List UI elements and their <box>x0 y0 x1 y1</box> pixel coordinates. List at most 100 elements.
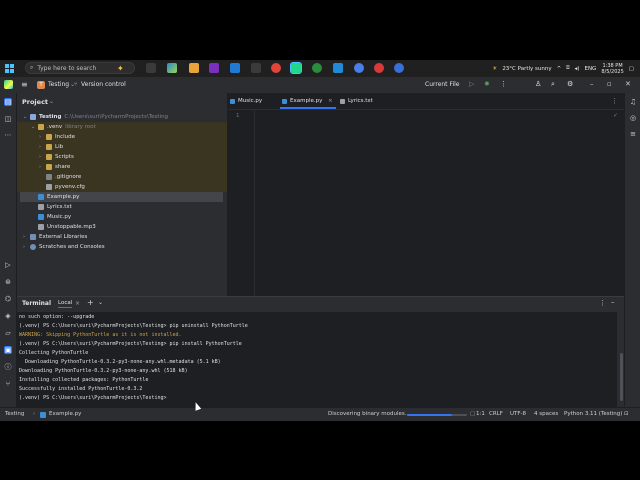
terminal-panel: Terminal Local × + ⌄ ⋮ – no such option:… <box>17 296 624 408</box>
database-icon[interactable]: ≡ <box>629 130 637 138</box>
tree-item-label: Lyrics.txt <box>47 204 72 210</box>
tree-item-example-py[interactable]: Example.py <box>20 192 223 202</box>
more-actions-icon[interactable]: ⋮ <box>500 80 507 88</box>
debug-icon[interactable]: ✹ <box>484 80 490 88</box>
text-file-icon <box>38 204 44 210</box>
volume-icon[interactable]: ◂) <box>575 66 580 72</box>
tab-music-py[interactable]: Music.py <box>228 93 286 109</box>
tree-item-unstoppable-mp3[interactable]: Unstoppable.mp3 <box>17 222 227 232</box>
pycharm-active-icon[interactable] <box>290 62 302 74</box>
copilot-app-icon[interactable] <box>167 63 177 73</box>
terminal-scrollbar[interactable] <box>620 353 623 401</box>
terminal-taskbar-icon[interactable] <box>251 63 261 73</box>
tree-item-label: Scripts <box>55 154 74 160</box>
tree-item-pyvenv[interactable]: pyvenv.cfg <box>17 182 227 192</box>
cancel-task-icon[interactable]: ▢ <box>470 411 475 417</box>
library-icon <box>30 234 36 240</box>
ai-assistant-icon[interactable]: ◎ <box>629 114 637 122</box>
tab-lyrics-txt[interactable]: Lyrics.txt <box>338 93 398 109</box>
minimize-icon[interactable]: – <box>590 80 594 88</box>
terminal-tab-local[interactable]: Local <box>58 300 73 308</box>
file-encoding[interactable]: UTF-8 <box>510 411 526 417</box>
terminal-output[interactable]: no such option: --upgrade (.venv) PS C:\… <box>17 312 617 408</box>
python-interpreter[interactable]: Python 3.11 (Testing) <box>564 411 622 417</box>
project-tool-icon[interactable]: ▤ <box>4 98 12 106</box>
language-indicator[interactable]: ENG <box>584 66 596 72</box>
tree-item-include[interactable]: › Include <box>17 132 227 142</box>
breadcrumb-project[interactable]: Testing <box>5 411 24 417</box>
progress-fill <box>407 414 452 416</box>
taskbar-clock[interactable]: 1:38 PM 8/5/2025 <box>601 63 623 75</box>
network-icon[interactable]: ⌸ <box>566 65 569 72</box>
tab-example-py[interactable]: Example.py × <box>280 93 336 109</box>
task-view-icon[interactable] <box>146 63 156 73</box>
weather-icon[interactable]: ☀ <box>492 66 497 72</box>
services-icon[interactable]: ◈ <box>4 312 12 320</box>
terminal-tool-icon[interactable]: ▣ <box>4 346 12 354</box>
project-selector[interactable]: Testing <box>48 81 69 88</box>
windows-start-icon[interactable] <box>5 64 14 73</box>
project-panel-title[interactable]: Project <box>22 98 48 106</box>
search-everywhere-icon[interactable]: ⌕ <box>551 80 555 89</box>
notification-icon[interactable]: ▢ <box>629 66 634 72</box>
python-console-icon[interactable]: ⌬ <box>4 295 12 303</box>
tree-item-scripts[interactable]: › Scripts <box>17 152 227 162</box>
python-packages-icon[interactable]: ⊛ <box>4 278 12 286</box>
code-editor[interactable]: 1 ✓ <box>228 110 624 296</box>
chevron-down-icon[interactable]: ⌄ <box>49 98 54 105</box>
vscode-taskbar-icon[interactable] <box>230 63 240 73</box>
terminal-options-icon[interactable]: ⋮ <box>599 299 606 307</box>
tree-item-share[interactable]: › share <box>17 162 227 172</box>
terminal-line: Successfully installed PythonTurtle-0.3.… <box>19 386 143 392</box>
run-icon[interactable]: ▷ <box>469 80 474 88</box>
run-tool-icon[interactable]: ▷ <box>4 261 12 269</box>
background-task-text[interactable]: Discovering binary modules... <box>328 411 410 417</box>
close-tab-icon[interactable]: × <box>75 300 80 307</box>
inspection-ok-icon[interactable]: ✓ <box>613 112 618 119</box>
hide-panel-icon[interactable]: – <box>611 298 615 306</box>
main-menu-icon[interactable]: ≡ <box>21 81 28 89</box>
tab-options-icon[interactable]: ⋮ <box>611 97 618 105</box>
tree-item-music-py[interactable]: Music.py <box>17 212 227 222</box>
weather-text[interactable]: 23°C Partly sunny <box>502 66 551 72</box>
version-control-tool-icon[interactable]: ⑂ <box>4 380 12 388</box>
chrome-taskbar-icon[interactable] <box>271 63 281 73</box>
notifications-bell-icon[interactable]: ♫ <box>629 98 637 106</box>
tree-item-lib[interactable]: › Lib <box>17 142 227 152</box>
problems-tool-icon[interactable]: ⓘ <box>4 363 12 371</box>
tree-item-gitignore[interactable]: .gitignore <box>17 172 227 182</box>
add-user-icon[interactable]: ♙ <box>535 80 541 88</box>
maximize-icon[interactable]: ▫ <box>607 80 612 88</box>
edge-taskbar-icon[interactable] <box>354 63 364 73</box>
settings-gear-icon[interactable]: ⚙ <box>567 80 573 88</box>
pycharm-taskbar-icon[interactable] <box>209 63 219 73</box>
chevron-down-icon[interactable]: ⌄ <box>98 299 103 306</box>
tray-chevron-icon[interactable]: ^ <box>557 66 562 72</box>
browser-taskbar-icon[interactable] <box>312 63 322 73</box>
line-separator[interactable]: CRLF <box>489 411 503 417</box>
new-terminal-icon[interactable]: + <box>87 298 94 307</box>
tree-item-testing[interactable]: ⌄ Testing C:\Users\suri\PycharmProjects\T… <box>17 112 227 122</box>
version-control-menu[interactable]: Version control <box>81 81 126 88</box>
more-tools-icon[interactable]: ⋯ <box>4 131 12 139</box>
app-taskbar-icon[interactable] <box>333 63 343 73</box>
tree-item-external-libraries[interactable]: › External Libraries <box>17 232 227 242</box>
tree-item-label: .gitignore <box>55 174 82 180</box>
run-config-selector[interactable]: Current File <box>425 81 459 88</box>
tree-item-lyrics-txt[interactable]: Lyrics.txt <box>17 202 227 212</box>
caret-position[interactable]: 1:1 <box>476 411 485 417</box>
close-icon[interactable]: ✕ <box>625 80 631 88</box>
layers-icon[interactable]: ▱ <box>4 329 12 337</box>
file-explorer-icon[interactable] <box>189 63 199 73</box>
commit-tool-icon[interactable]: ◫ <box>4 115 12 123</box>
terminal-prompt-line: (.venv) PS C:\Users\suri\PycharmProjects… <box>19 395 167 401</box>
tree-item-scratches[interactable]: › Scratches and Consoles <box>17 242 227 252</box>
app2-taskbar-icon[interactable] <box>394 63 404 73</box>
tree-item-venv[interactable]: ⌄ .venv library root <box>17 122 227 132</box>
indent-setting[interactable]: 4 spaces <box>534 411 558 417</box>
opera-taskbar-icon[interactable] <box>374 63 384 73</box>
breadcrumb-file[interactable]: Example.py <box>49 411 81 417</box>
lock-icon[interactable]: ⊡ <box>624 411 629 417</box>
copilot-sparkle-icon[interactable]: ✦ <box>117 64 124 73</box>
close-tab-icon[interactable]: × <box>328 93 333 109</box>
